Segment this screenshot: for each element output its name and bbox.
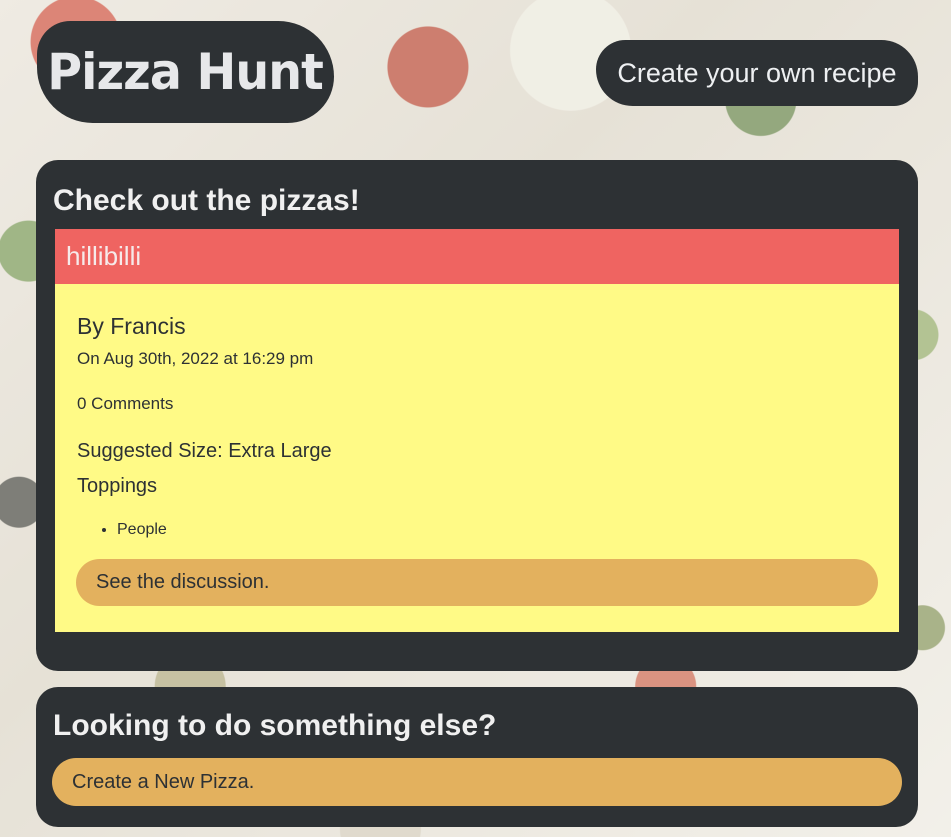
- pizza-card: hillibilli By Francis On Aug 30th, 2022 …: [55, 229, 899, 632]
- create-new-pizza-button[interactable]: Create a New Pizza.: [52, 758, 902, 806]
- logo-text: Pizza Hunt: [47, 43, 325, 101]
- something-else-panel: Looking to do something else? Create a N…: [36, 687, 918, 827]
- pizza-author: By Francis: [77, 313, 186, 339]
- pizza-name: hillibilli: [55, 229, 899, 284]
- create-recipe-link[interactable]: Create your own recipe: [596, 40, 918, 106]
- toppings-list: People: [117, 521, 167, 539]
- pizzas-panel: Check out the pizzas! hillibilli By Fran…: [36, 160, 918, 671]
- suggested-size: Suggested Size: Extra Large: [77, 440, 332, 462]
- pizzas-section-title: Check out the pizzas!: [53, 184, 360, 217]
- site-logo[interactable]: Pizza Hunt: [37, 21, 334, 123]
- toppings-label: Toppings: [77, 475, 158, 497]
- comment-count: 0 Comments: [77, 394, 174, 413]
- topping-item: People: [117, 521, 167, 539]
- something-else-title: Looking to do something else?: [53, 709, 497, 742]
- see-discussion-button[interactable]: See the discussion.: [76, 559, 878, 606]
- pizza-date: On Aug 30th, 2022 at 16:29 pm: [77, 349, 314, 368]
